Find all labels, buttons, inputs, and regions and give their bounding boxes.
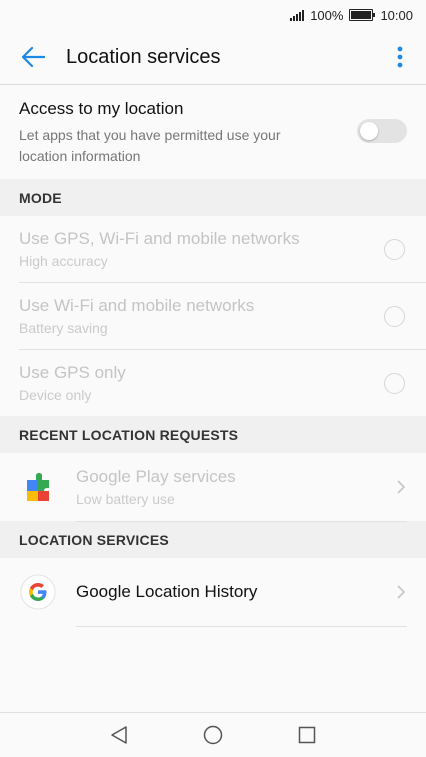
- status-bar: 100% 10:00: [0, 0, 426, 30]
- mode-options: Use GPS, Wi-Fi and mobile networks High …: [0, 216, 426, 416]
- chevron-right-icon: [397, 479, 406, 494]
- clock: 10:00: [380, 7, 413, 23]
- circle-home-icon: [203, 725, 223, 745]
- access-location-description: Let apps that you have permitted use you…: [19, 127, 281, 164]
- battery-percent: 100%: [310, 7, 344, 23]
- mode-option-title: Use GPS only: [19, 363, 126, 382]
- arrow-left-icon: [21, 46, 45, 68]
- access-location-toggle[interactable]: [357, 119, 407, 143]
- app-bar: Location services: [0, 30, 426, 85]
- mode-option-subtitle: Device only: [19, 387, 92, 403]
- more-options-button[interactable]: [374, 30, 426, 84]
- radio-button[interactable]: [384, 372, 405, 394]
- toggle-knob: [360, 122, 378, 140]
- google-play-services-icon: [19, 468, 57, 506]
- section-header-mode: MODE: [0, 179, 426, 216]
- list-item-google-play-services[interactable]: Google Play services Low battery use: [0, 453, 426, 522]
- google-g-icon: [19, 573, 57, 611]
- mode-option-title: Use GPS, Wi-Fi and mobile networks: [19, 229, 300, 248]
- more-vert-icon: [397, 46, 403, 68]
- square-recents-icon: [298, 726, 316, 744]
- section-header-location-services: LOCATION SERVICES: [0, 521, 426, 558]
- nav-home-button[interactable]: [196, 718, 230, 752]
- app-subtitle: Low battery use: [76, 490, 175, 507]
- nav-recents-button[interactable]: [290, 718, 324, 752]
- access-location-row[interactable]: Access to my location Let apps that you …: [0, 85, 426, 179]
- section-header-recent-requests: RECENT LOCATION REQUESTS: [0, 416, 426, 453]
- mode-option-subtitle: Battery saving: [19, 320, 108, 336]
- page-title: Location services: [66, 45, 221, 68]
- mode-option-device-only[interactable]: Use GPS only Device only: [19, 350, 426, 416]
- triangle-back-icon: [111, 726, 127, 744]
- mode-option-high-accuracy[interactable]: Use GPS, Wi-Fi and mobile networks High …: [19, 216, 426, 283]
- access-location-title: Access to my location: [19, 99, 184, 118]
- app-title: Google Location History: [76, 581, 258, 601]
- radio-button[interactable]: [384, 305, 405, 327]
- app-title: Google Play services: [76, 466, 236, 486]
- mode-option-battery-saving[interactable]: Use Wi-Fi and mobile networks Battery sa…: [19, 283, 426, 350]
- back-button[interactable]: [0, 30, 66, 84]
- chevron-right-icon: [397, 584, 406, 599]
- nav-back-button[interactable]: [102, 718, 136, 752]
- mode-option-subtitle: High accuracy: [19, 253, 108, 269]
- navigation-bar: [0, 712, 426, 757]
- radio-button[interactable]: [384, 238, 405, 260]
- signal-icon: [290, 9, 305, 21]
- battery-icon: [349, 9, 376, 21]
- list-item-google-location-history[interactable]: Google Location History: [0, 558, 426, 627]
- mode-option-title: Use Wi-Fi and mobile networks: [19, 296, 255, 315]
